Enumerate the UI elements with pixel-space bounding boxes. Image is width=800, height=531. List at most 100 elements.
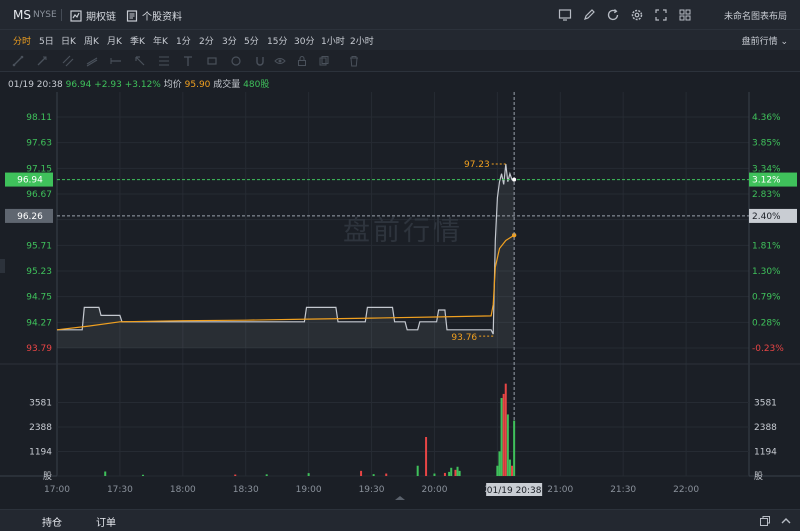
fullscreen-icon[interactable] [654, 8, 668, 22]
tab-timeshare[interactable]: 分时 [13, 34, 31, 47]
volume-bar [141, 474, 144, 476]
session-dropdown[interactable]: 盘前行情 ⌄ [742, 34, 788, 47]
quote-info-line: 01/19 20:38 96.94 +2.93 +3.12% 均价 95.90 … [8, 77, 269, 90]
trash-icon[interactable] [348, 55, 360, 67]
rect-tool-icon[interactable] [206, 55, 218, 67]
volume-bar [504, 383, 507, 476]
tab-day-k[interactable]: 日K [61, 34, 76, 47]
tab-15min[interactable]: 15分 [267, 34, 287, 47]
tab-2min[interactable]: 2分 [199, 34, 214, 47]
time-tick-label: 21:30 [610, 485, 636, 495]
volume-bar [372, 474, 375, 476]
intraday-chart[interactable]: 98.11 4.36%97.63 3.85%97.15 3.34%96.67 2.83%… [0, 92, 800, 510]
ray-tool-icon[interactable] [36, 55, 48, 67]
tab-orders[interactable]: 订单 [96, 514, 116, 529]
tab-positions[interactable]: 持仓 [42, 514, 62, 529]
tab-5d[interactable]: 5日 [39, 34, 54, 47]
tab-month-k[interactable]: 月K [107, 34, 122, 47]
tab-week-k[interactable]: 周K [84, 34, 99, 47]
volume-bar [234, 474, 237, 476]
info-price: 96.94 [65, 80, 92, 90]
crosshair-dot [512, 177, 517, 182]
pct-tick-label: 3.85% [752, 139, 781, 149]
line-tool-icon[interactable] [12, 55, 24, 67]
parallel-tool-icon[interactable] [62, 55, 74, 67]
info-avg-value: 95.90 [184, 80, 211, 90]
info-vol-value: 480股 [243, 80, 270, 90]
volume-tick-left: 股 [43, 471, 52, 482]
volume-bar [454, 469, 457, 476]
info-time: 01/19 20:38 [8, 80, 63, 90]
low-price-label: 93.76 [451, 333, 477, 343]
tab-2hour[interactable]: 2小时 [350, 34, 374, 47]
stock-profile-label: 个股资料 [142, 12, 182, 23]
crosshair-price-tag: 96.26 [17, 212, 43, 222]
grid-layout-icon[interactable] [678, 8, 692, 22]
volume-bar [511, 465, 514, 476]
volume-tick-right: 1194 [754, 447, 777, 457]
arrow-tool-icon[interactable] [134, 55, 146, 67]
drawing-toolbar [0, 50, 800, 72]
gear-icon[interactable] [630, 8, 644, 22]
tab-3min[interactable]: 3分 [222, 34, 237, 47]
price-tick-label: 95.23 [26, 267, 52, 277]
volume-bar [502, 393, 505, 476]
price-tick-label: 93.79 [26, 344, 52, 354]
options-chain-link[interactable]: 期权链 [70, 8, 116, 23]
tab-30min[interactable]: 30分 [294, 34, 314, 47]
screen-icon[interactable] [558, 8, 572, 22]
circle-tool-icon[interactable] [230, 55, 242, 67]
stock-profile-link[interactable]: 个股资料 [126, 8, 182, 23]
side-panel-handle[interactable] [0, 259, 5, 273]
info-vol-label: 成交量 [213, 80, 241, 90]
volume-bar [425, 437, 428, 476]
volume-bar [385, 473, 388, 476]
time-tick-label: 21:00 [547, 485, 573, 495]
time-tick-label: 18:00 [170, 485, 196, 495]
volume-bar [433, 473, 436, 476]
fib-tool-icon[interactable] [158, 55, 170, 67]
chart-watermark: 盘前行情 [343, 216, 463, 247]
layout-name-button[interactable]: 未命名图表布局 [724, 9, 787, 22]
tab-1hour[interactable]: 1小时 [321, 34, 345, 47]
price-tick-label: 94.75 [26, 293, 52, 303]
magnet-icon[interactable] [254, 55, 266, 67]
crosshair-time-tag: 01/19 20:38 [487, 486, 542, 496]
price-tick-label: 96.67 [26, 190, 52, 200]
volume-bar [360, 470, 363, 476]
hline-tool-icon[interactable] [110, 55, 122, 67]
price-tick-label: 95.71 [26, 241, 52, 251]
volume-bar [500, 398, 503, 476]
channel-tool-icon[interactable] [86, 55, 98, 67]
time-tick-label: 18:30 [233, 485, 259, 495]
pct-tick-label: 0.28% [752, 318, 781, 328]
time-tick-label: 22:00 [673, 485, 699, 495]
lock-icon[interactable] [296, 55, 308, 67]
current-price-tag: 96.94 [17, 176, 43, 186]
tab-year-k[interactable]: 年K [153, 34, 168, 47]
volume-bar [307, 473, 310, 476]
text-tool-icon[interactable] [182, 55, 194, 67]
volume-bar [456, 466, 459, 476]
document-icon [126, 9, 138, 22]
volume-bar [506, 414, 509, 476]
expand-up-icon[interactable] [780, 515, 792, 527]
info-avg-label: 均价 [163, 80, 182, 90]
time-tick-label: 19:00 [296, 485, 322, 495]
info-change: +2.93 [94, 80, 122, 90]
restore-icon[interactable] [759, 515, 771, 527]
options-chain-icon [70, 9, 82, 22]
tab-1min[interactable]: 1分 [176, 34, 191, 47]
price-tick-label: 98.11 [26, 113, 52, 123]
tab-quarter-k[interactable]: 季K [130, 34, 145, 47]
time-tick-label: 19:30 [359, 485, 385, 495]
refresh-icon[interactable] [606, 8, 620, 22]
tab-5min[interactable]: 5分 [244, 34, 259, 47]
volume-tick-left: 3581 [29, 399, 52, 409]
exchange-label: NYSE [33, 10, 57, 20]
eye-icon[interactable] [274, 55, 286, 67]
copy-icon[interactable] [318, 55, 330, 67]
volume-bar [104, 471, 107, 476]
edit-icon[interactable] [582, 8, 596, 22]
volume-bar [443, 472, 446, 476]
